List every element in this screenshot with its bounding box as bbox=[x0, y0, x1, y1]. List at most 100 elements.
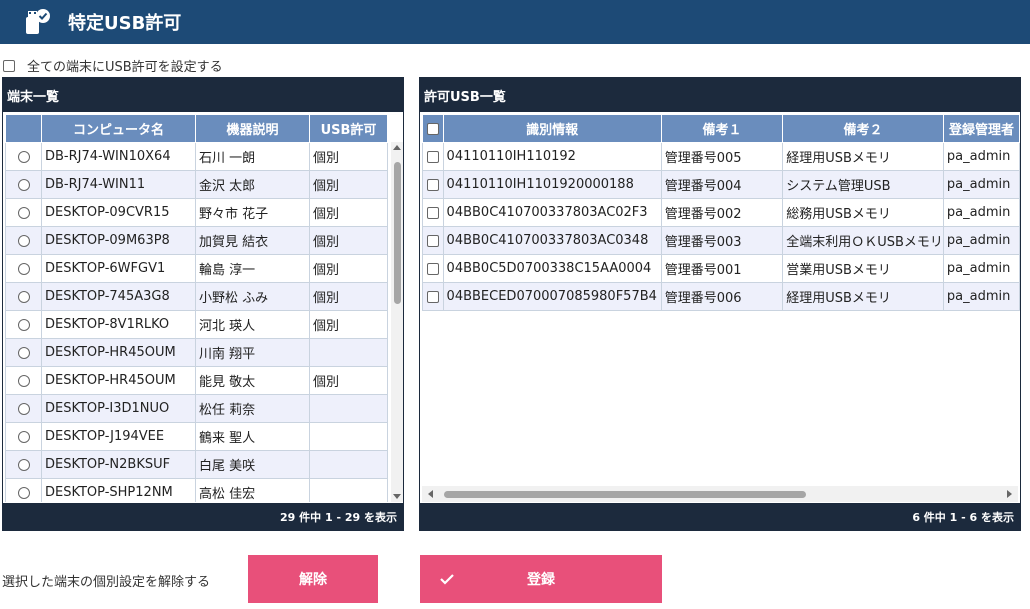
note1-cell: 管理番号006 bbox=[660, 282, 784, 311]
release-description: 選択した端末の個別設定を解除する bbox=[2, 575, 211, 590]
select-column-header bbox=[5, 114, 42, 143]
terminal-list-panel: 端末一覧 コンピュータ名 機器説明 USB許可 DB-RJ74-WIN10X64… bbox=[2, 77, 404, 531]
terminal-row-select[interactable] bbox=[5, 394, 42, 423]
terminal-row[interactable]: DB-RJ74-WIN11 金沢 太郎 個別 bbox=[5, 170, 388, 199]
computer-name-cell: DESKTOP-745A3G8 bbox=[41, 282, 196, 311]
terminal-row-select[interactable] bbox=[5, 310, 42, 339]
usb-row-select[interactable] bbox=[422, 282, 444, 311]
usb-row-select[interactable] bbox=[422, 170, 444, 199]
usb-row-checkbox[interactable] bbox=[426, 290, 439, 303]
terminal-row[interactable]: DESKTOP-SHP12NM 高松 佳宏 bbox=[5, 478, 388, 502]
scroll-left-arrow-icon[interactable] bbox=[428, 490, 433, 498]
scroll-right-arrow-icon[interactable] bbox=[1007, 490, 1012, 498]
column-header-registered-admin[interactable]: 登録管理者 bbox=[942, 114, 1020, 143]
app-header: 特定USB許可 bbox=[0, 0, 1030, 44]
terminal-row[interactable]: DESKTOP-6WFGV1 輪島 淳一 個別 bbox=[5, 254, 388, 283]
usb-row-select[interactable] bbox=[422, 142, 444, 171]
computer-name-cell: DESKTOP-J194VEE bbox=[41, 422, 196, 451]
terminal-row-select[interactable] bbox=[5, 450, 42, 479]
usb-row-select[interactable] bbox=[422, 254, 444, 283]
terminal-row[interactable]: DESKTOP-I3D1NUO 松任 莉奈 bbox=[5, 394, 388, 423]
terminal-row-select[interactable] bbox=[5, 366, 42, 395]
column-header-note1[interactable]: 備考１ bbox=[660, 114, 784, 143]
all-terminals-checkbox[interactable] bbox=[3, 59, 15, 72]
terminal-row-select[interactable] bbox=[5, 142, 42, 171]
column-header-identifier[interactable]: 識別情報 bbox=[442, 114, 662, 143]
scroll-down-arrow-icon[interactable] bbox=[393, 494, 401, 499]
usb-row-select[interactable] bbox=[422, 226, 444, 255]
terminal-row[interactable]: DB-RJ74-WIN10X64 石川 一朗 個別 bbox=[5, 142, 388, 171]
terminal-radio[interactable] bbox=[17, 430, 30, 443]
page-title: 特定USB許可 bbox=[68, 13, 182, 34]
terminal-row-select[interactable] bbox=[5, 338, 42, 367]
select-all-usb-header[interactable] bbox=[422, 114, 444, 143]
usb-row-checkbox[interactable] bbox=[426, 234, 439, 247]
terminal-radio[interactable] bbox=[17, 318, 30, 331]
usb-permission-cell: 個別 bbox=[309, 254, 388, 283]
terminal-row-select[interactable] bbox=[5, 254, 42, 283]
registered-admin-cell: pa_admin bbox=[942, 142, 1020, 171]
scroll-thumb[interactable] bbox=[394, 162, 401, 304]
usb-row[interactable]: 04BB0C410700337803AC0348 管理番号003 全端末利用ＯＫUS… bbox=[422, 226, 1020, 255]
column-header-usb-permission[interactable]: USB許可 bbox=[309, 114, 388, 143]
column-header-computer-name[interactable]: コンピュータ名 bbox=[41, 114, 196, 143]
terminal-radio[interactable] bbox=[17, 206, 30, 219]
terminal-row-select[interactable] bbox=[5, 478, 42, 502]
identifier-cell: 04110110IH1101920000188 bbox=[442, 170, 662, 199]
identifier-cell: 04BB0C410700337803AC0348 bbox=[442, 226, 662, 255]
terminal-radio[interactable] bbox=[17, 262, 30, 275]
scroll-thumb[interactable] bbox=[444, 491, 806, 498]
usb-row-checkbox[interactable] bbox=[426, 178, 439, 191]
note1-cell: 管理番号002 bbox=[660, 198, 784, 227]
all-terminals-option[interactable]: 全ての端末にUSB許可を設定する bbox=[3, 56, 223, 75]
column-header-device-description[interactable]: 機器説明 bbox=[195, 114, 310, 143]
terminal-row-select[interactable] bbox=[5, 226, 42, 255]
usb-permission-cell bbox=[309, 478, 388, 502]
terminal-row[interactable]: DESKTOP-09CVR15 野々市 花子 個別 bbox=[5, 198, 388, 227]
usb-horizontal-scrollbar[interactable] bbox=[422, 486, 1018, 502]
select-all-usb-checkbox[interactable] bbox=[426, 122, 439, 135]
terminal-radio[interactable] bbox=[17, 234, 30, 247]
terminal-row[interactable]: DESKTOP-N2BKSUF 白尾 美咲 bbox=[5, 450, 388, 479]
release-button[interactable]: 解除 bbox=[248, 555, 378, 603]
identifier-cell: 04110110IH110192 bbox=[442, 142, 662, 171]
terminal-radio[interactable] bbox=[17, 374, 30, 387]
usb-row-checkbox[interactable] bbox=[426, 206, 439, 219]
terminal-row[interactable]: DESKTOP-HR45OUM 川南 翔平 bbox=[5, 338, 388, 367]
terminal-row-select[interactable] bbox=[5, 282, 42, 311]
terminal-row[interactable]: DESKTOP-J194VEE 鶴来 聖人 bbox=[5, 422, 388, 451]
usb-permission-cell: 個別 bbox=[309, 142, 388, 171]
usb-row[interactable]: 04110110IH110192 管理番号005 経理用USBメモリ pa_admin bbox=[422, 142, 1020, 171]
terminal-vertical-scrollbar[interactable] bbox=[391, 142, 403, 502]
terminal-radio[interactable] bbox=[17, 486, 30, 499]
terminal-radio[interactable] bbox=[17, 150, 30, 163]
terminal-row[interactable]: DESKTOP-09M63P8 加賀見 結衣 個別 bbox=[5, 226, 388, 255]
scroll-up-arrow-icon[interactable] bbox=[393, 145, 401, 150]
terminal-radio[interactable] bbox=[17, 346, 30, 359]
column-header-note2[interactable]: 備考２ bbox=[782, 114, 944, 143]
terminal-radio[interactable] bbox=[17, 178, 30, 191]
device-description-cell: 高松 佳宏 bbox=[195, 478, 310, 502]
computer-name-cell: DESKTOP-6WFGV1 bbox=[41, 254, 196, 283]
usb-row[interactable]: 04BB0C410700337803AC02F3 管理番号002 総務用USBメモリ… bbox=[422, 198, 1020, 227]
terminal-radio[interactable] bbox=[17, 458, 30, 471]
note2-cell: 全端末利用ＯＫUSBメモリ bbox=[782, 226, 944, 255]
terminal-radio[interactable] bbox=[17, 402, 30, 415]
register-button[interactable]: 登録 bbox=[420, 555, 662, 603]
terminal-radio[interactable] bbox=[17, 290, 30, 303]
usb-row-checkbox[interactable] bbox=[426, 150, 439, 163]
terminal-row-select[interactable] bbox=[5, 422, 42, 451]
terminal-row-select[interactable] bbox=[5, 198, 42, 227]
terminal-row[interactable]: DESKTOP-745A3G8 小野松 ふみ 個別 bbox=[5, 282, 388, 311]
usb-row-select[interactable] bbox=[422, 198, 444, 227]
usb-row[interactable]: 04BBECED070007085980F57B4 管理番号006 経理用USBメモ… bbox=[422, 282, 1020, 311]
usb-permission-cell: 個別 bbox=[309, 310, 388, 339]
usb-row[interactable]: 04BB0C5D0700338C15AA0004 管理番号001 営業用USBメモリ… bbox=[422, 254, 1020, 283]
usb-row-checkbox[interactable] bbox=[426, 262, 439, 275]
usb-row[interactable]: 04110110IH1101920000188 管理番号004 システム管理USB p… bbox=[422, 170, 1020, 199]
terminal-row[interactable]: DESKTOP-HR45OUM 能見 敬太 個別 bbox=[5, 366, 388, 395]
terminal-row-select[interactable] bbox=[5, 170, 42, 199]
device-description-cell: 鶴来 聖人 bbox=[195, 422, 310, 451]
terminal-row[interactable]: DESKTOP-8V1RLKO 河北 瑛人 個別 bbox=[5, 310, 388, 339]
device-description-cell: 輪島 淳一 bbox=[195, 254, 310, 283]
